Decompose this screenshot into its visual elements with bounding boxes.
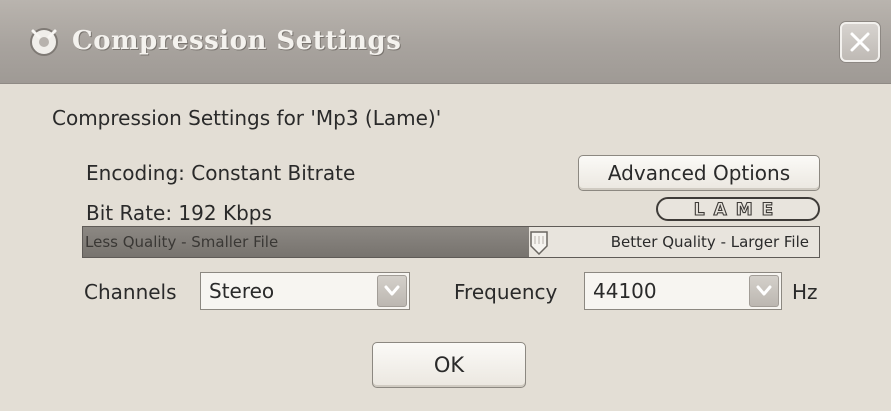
lame-logo: LAME [656,197,820,221]
encoding-label: Encoding: Constant Bitrate [86,161,356,185]
frequency-label: Frequency [454,280,558,304]
compression-settings-dialog: Compression Settings Compression Setting… [0,0,891,411]
svg-text:LAME: LAME [694,200,783,220]
bitrate-label: Bit Rate: 192 Kbps [86,201,272,225]
frequency-select[interactable]: 44100 [584,272,782,310]
title-bar[interactable]: Compression Settings [0,0,891,84]
close-button[interactable] [840,22,880,62]
slider-thumb-icon[interactable] [529,231,549,256]
app-icon [24,22,64,62]
frequency-value: 44100 [593,279,657,303]
chevron-down-icon [384,285,400,296]
dialog-subtitle: Compression Settings for 'Mp3 (Lame)' [52,106,442,130]
advanced-options-button[interactable]: Advanced Options [578,155,820,191]
slider-left-label: Less Quality - Smaller File [85,233,279,251]
frequency-unit: Hz [792,280,818,304]
channels-value: Stereo [209,279,275,303]
window-title: Compression Settings [72,26,402,56]
ok-button[interactable]: OK [372,342,526,388]
close-icon [850,32,870,52]
chevron-down-icon [756,285,772,296]
channels-label: Channels [84,280,177,304]
slider-right-label: Better Quality - Larger File [610,233,809,251]
dialog-body: Compression Settings for 'Mp3 (Lame)' En… [0,84,891,411]
channels-select[interactable]: Stereo [200,272,410,310]
quality-slider[interactable]: Less Quality - Smaller File Better Quali… [82,226,820,258]
channels-dropdown-button[interactable] [377,275,407,307]
frequency-dropdown-button[interactable] [749,275,779,307]
